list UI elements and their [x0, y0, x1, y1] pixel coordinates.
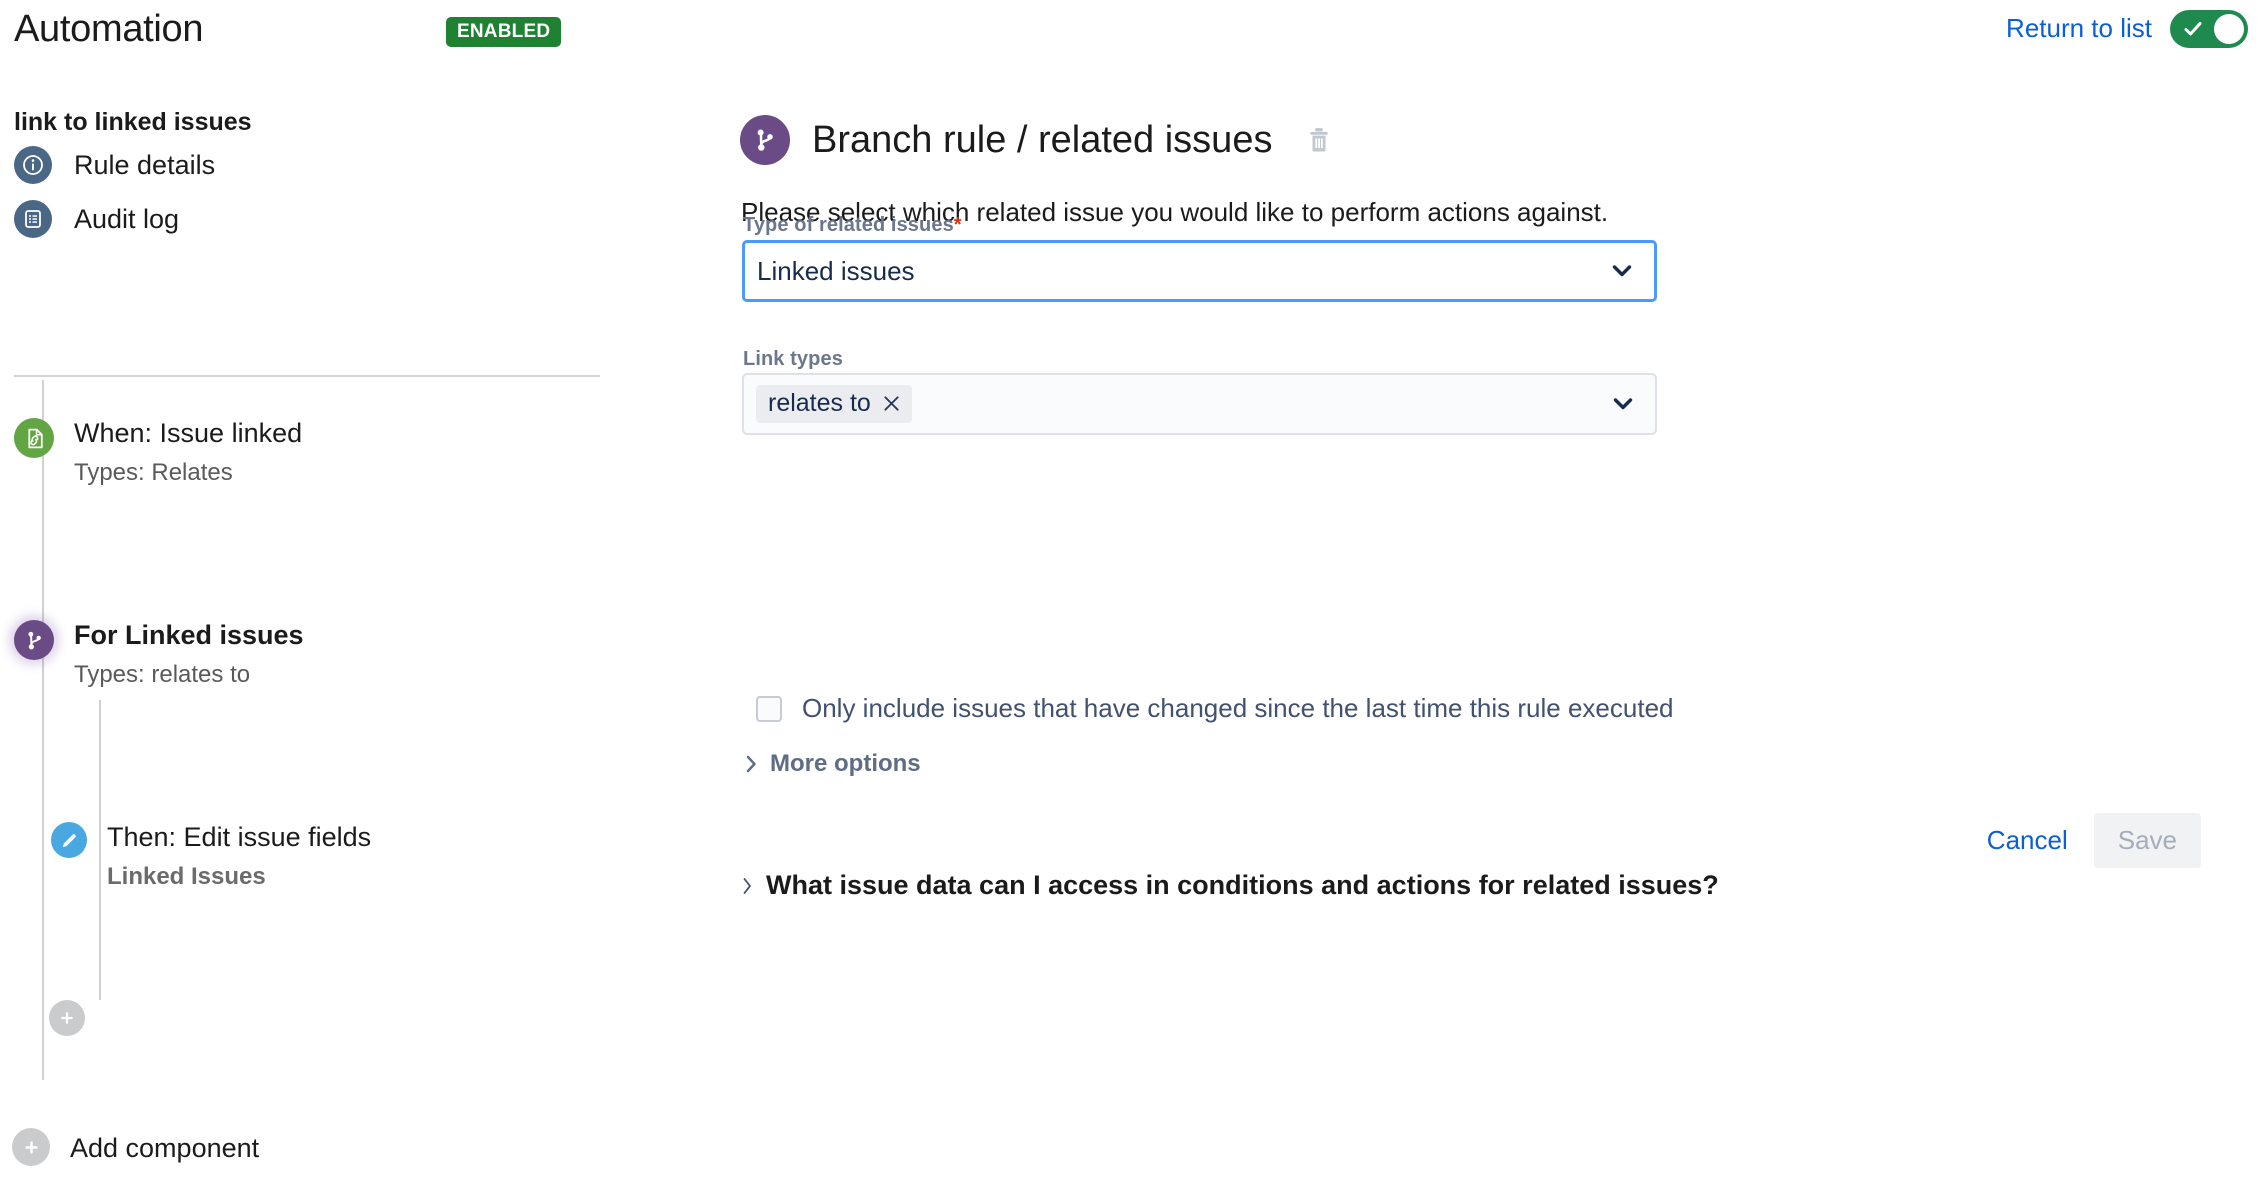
- automation-rule-editor: Automation ENABLED Return to list link t…: [0, 0, 2264, 1180]
- list-document-icon: [14, 200, 52, 238]
- plus-icon: [12, 1128, 50, 1166]
- tree-node-trigger[interactable]: When: Issue linked Types: Relates: [14, 418, 302, 487]
- save-button[interactable]: Save: [2093, 813, 2201, 868]
- document-link-icon: [14, 418, 54, 458]
- panel-title: Branch rule / related issues: [812, 118, 1273, 161]
- plus-icon: [49, 1000, 85, 1036]
- branch-fork-icon: [740, 115, 790, 165]
- chevron-right-icon: [742, 876, 753, 896]
- tree-node-branch[interactable]: For Linked issues Types: relates to: [14, 620, 304, 689]
- sidebar-item-rule-details[interactable]: Rule details: [14, 146, 215, 184]
- add-child-component-button[interactable]: [49, 1000, 85, 1036]
- only-changed-issues-label: Only include issues that have changed si…: [802, 693, 1674, 723]
- rule-name: link to linked issues: [14, 108, 252, 136]
- tree-node-action[interactable]: Then: Edit issue fields Linked Issues: [51, 822, 371, 891]
- chip-label: relates to: [768, 389, 871, 417]
- chevron-down-icon: [1612, 265, 1632, 278]
- chevron-down-icon: [1613, 398, 1633, 411]
- cancel-button[interactable]: Cancel: [1969, 813, 2086, 868]
- link-types-label: Link types: [743, 348, 843, 370]
- tree-node-text: For Linked issues Types: relates to: [74, 620, 304, 689]
- form-actions: Cancel Save: [1969, 813, 2201, 868]
- tree-node-subtitle: Types: relates to: [74, 661, 251, 689]
- sidebar-item-label: Audit log: [74, 203, 180, 234]
- info-circle-icon: [14, 146, 52, 184]
- branch-rule-panel: Branch rule / related issues Please sele…: [740, 0, 2264, 1180]
- sidebar-divider: [14, 375, 600, 377]
- more-options-toggle[interactable]: More options: [746, 750, 921, 778]
- selected-value: Linked issues: [757, 255, 915, 286]
- type-of-related-issues-select[interactable]: Linked issues: [742, 240, 1657, 302]
- faq-toggle[interactable]: What issue data can I access in conditio…: [742, 870, 1719, 901]
- add-component-button[interactable]: Add component: [12, 1128, 259, 1166]
- tree-node-subtitle: Types: Relates: [74, 459, 233, 487]
- faq-label: What issue data can I access in conditio…: [766, 870, 1719, 900]
- panel-header: Branch rule / related issues: [740, 115, 1332, 165]
- type-of-related-issues-label: Type of related issues*: [743, 214, 962, 236]
- more-options-label: More options: [770, 750, 921, 777]
- rule-sidebar: link to linked issues Rule details Audit…: [0, 0, 640, 1180]
- tree-node-title: When: Issue linked: [74, 418, 303, 448]
- required-marker: *: [953, 214, 962, 236]
- branch-fork-icon: [14, 620, 54, 660]
- close-x-icon[interactable]: [882, 394, 901, 413]
- sidebar-item-audit-log[interactable]: Audit log: [14, 200, 179, 238]
- pencil-icon: [51, 822, 87, 858]
- tree-node-subtitle: Linked Issues: [107, 863, 266, 891]
- only-changed-issues-row[interactable]: Only include issues that have changed si…: [756, 693, 1674, 724]
- tree-node-title: For Linked issues: [74, 620, 304, 650]
- sidebar-item-label: Rule details: [74, 149, 216, 180]
- tree-node-text: Then: Edit issue fields Linked Issues: [107, 822, 371, 891]
- tree-node-title: Then: Edit issue fields: [107, 822, 372, 852]
- link-types-select[interactable]: relates to: [742, 373, 1657, 435]
- link-type-chip: relates to: [756, 385, 912, 423]
- trash-icon[interactable]: [1306, 125, 1332, 155]
- add-component-label: Add component: [70, 1133, 260, 1164]
- tree-node-text: When: Issue linked Types: Relates: [74, 418, 302, 487]
- chevron-right-icon: [746, 755, 757, 773]
- only-changed-issues-checkbox[interactable]: [756, 695, 782, 722]
